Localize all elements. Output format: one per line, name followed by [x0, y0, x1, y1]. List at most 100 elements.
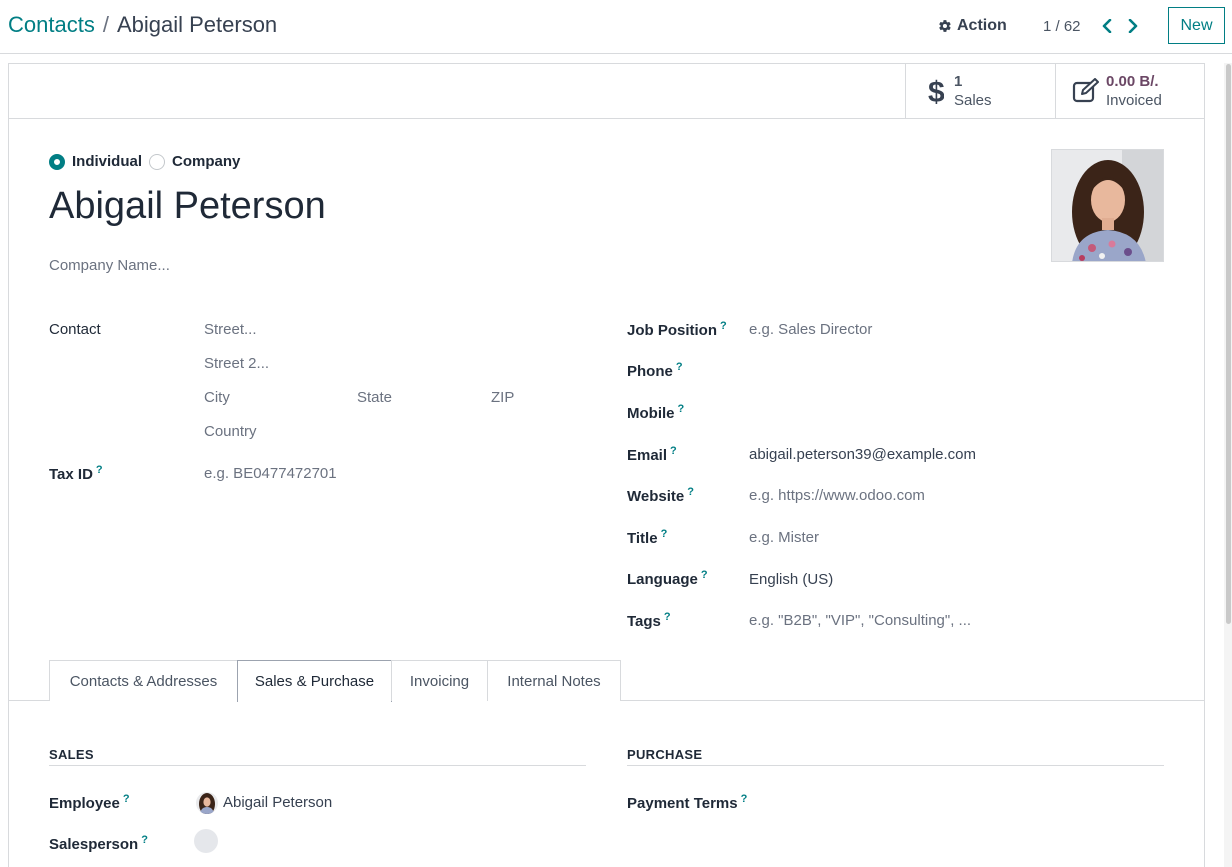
employee-label: Employee? — [49, 793, 130, 812]
sales-smart-button[interactable]: $ 1 Sales — [905, 64, 1055, 118]
tags-input[interactable]: e.g. "B2B", "VIP", "Consulting", ... — [749, 612, 971, 629]
employee-avatar — [196, 792, 218, 814]
mobile-help-icon[interactable]: ? — [678, 403, 685, 415]
partner-avatar[interactable] — [1051, 149, 1164, 262]
tax-id-label: Tax ID? — [49, 464, 103, 483]
salesperson-avatar-placeholder[interactable] — [194, 829, 218, 853]
tax-id-help-icon[interactable]: ? — [96, 464, 103, 476]
payment-terms-label: Payment Terms? — [627, 793, 747, 812]
control-panel: Contacts / Abigail Peterson Action 1 / 6… — [0, 0, 1232, 54]
tab-invoicing[interactable]: Invoicing — [391, 660, 488, 701]
company-type-radio: Individual Company — [49, 153, 247, 170]
invoiced-label: Invoiced — [1106, 92, 1162, 109]
radio-individual-checked-icon[interactable] — [49, 153, 65, 170]
company-name-input[interactable]: Company Name... — [49, 257, 170, 274]
new-button[interactable]: New — [1168, 7, 1225, 44]
tax-id-input[interactable]: e.g. BE0477472701 — [204, 465, 337, 482]
form-sheet: $ 1 Sales 0.00 B/. Invoiced Individual C… — [8, 63, 1205, 867]
state-input[interactable]: State — [357, 389, 392, 406]
mobile-label: Mobile? — [627, 403, 684, 422]
sales-count: 1 — [954, 73, 963, 90]
salesperson-help-icon[interactable]: ? — [141, 834, 148, 846]
salesperson-label-text: Salesperson — [49, 836, 139, 853]
job-position-input[interactable]: e.g. Sales Director — [749, 321, 872, 338]
breadcrumb: Contacts / Abigail Peterson — [8, 12, 277, 38]
city-input[interactable]: City — [204, 389, 230, 406]
sales-label: Sales — [954, 92, 992, 109]
language-label-text: Language — [627, 571, 698, 588]
notebook-tabs: Contacts & Addresses Sales & Purchase In… — [9, 660, 1204, 702]
phone-input[interactable] — [749, 362, 1049, 382]
invoiced-amount: 0.00 B/. — [1106, 73, 1159, 90]
breadcrumb-contacts-link[interactable]: Contacts — [8, 12, 95, 38]
language-help-icon[interactable]: ? — [701, 569, 708, 581]
tags-help-icon[interactable]: ? — [664, 611, 671, 623]
edit-invoice-icon — [1072, 78, 1100, 104]
purchase-section-title: PURCHASE — [627, 747, 1164, 766]
chevron-right-icon — [1128, 19, 1138, 33]
portrait-image — [1052, 150, 1163, 261]
radio-company-label: Company — [172, 153, 241, 170]
country-input[interactable]: Country — [204, 423, 257, 440]
partner-name-input[interactable]: Abigail Peterson — [49, 185, 326, 228]
website-label: Website? — [627, 486, 694, 505]
action-button[interactable]: Action — [938, 17, 1007, 35]
tags-label-text: Tags — [627, 613, 661, 630]
job-position-label-text: Job Position — [627, 322, 717, 339]
email-input[interactable]: abigail.peterson39@example.com — [749, 446, 976, 463]
breadcrumb-separator: / — [102, 12, 109, 37]
radio-individual[interactable]: Individual — [49, 153, 142, 170]
street-input[interactable]: Street... — [204, 321, 257, 338]
zip-input[interactable]: ZIP — [491, 389, 514, 406]
title-help-icon[interactable]: ? — [661, 528, 668, 540]
chevron-left-icon — [1102, 19, 1112, 33]
website-label-text: Website — [627, 488, 685, 505]
website-input[interactable]: e.g. https://www.odoo.com — [749, 487, 925, 504]
scrollbar-thumb[interactable] — [1226, 64, 1231, 624]
tab-sales-purchase[interactable]: Sales & Purchase — [237, 660, 392, 702]
employee-help-icon[interactable]: ? — [123, 793, 130, 805]
language-select[interactable]: English (US) — [749, 571, 833, 588]
title-input[interactable]: e.g. Mister — [749, 529, 819, 546]
mobile-label-text: Mobile — [627, 405, 675, 422]
email-help-icon[interactable]: ? — [670, 445, 677, 457]
invoiced-stat: 0.00 B/. Invoiced — [1106, 72, 1162, 110]
contact-address-label: Contact — [49, 321, 101, 338]
pager-next-button[interactable] — [1125, 16, 1141, 36]
email-label-text: Email — [627, 447, 668, 464]
radio-company-unchecked-icon[interactable] — [149, 153, 166, 170]
language-label: Language? — [627, 569, 708, 588]
pager-value[interactable]: 1 / 62 — [1043, 18, 1081, 35]
invoiced-smart-button[interactable]: 0.00 B/. Invoiced — [1055, 64, 1204, 118]
tags-label: Tags? — [627, 611, 671, 630]
payment-terms-label-text: Payment Terms — [627, 795, 738, 812]
tab-internal-notes[interactable]: Internal Notes — [487, 660, 621, 701]
website-help-icon[interactable]: ? — [687, 486, 694, 498]
sales-stat: 1 Sales — [954, 72, 992, 110]
payment-terms-help-icon[interactable]: ? — [741, 793, 748, 805]
email-label: Email? — [627, 445, 677, 464]
job-position-help-icon[interactable]: ? — [720, 320, 727, 332]
employee-label-text: Employee — [49, 795, 120, 812]
street2-input[interactable]: Street 2... — [204, 355, 269, 372]
salesperson-label: Salesperson? — [49, 834, 148, 853]
svg-text:$: $ — [928, 76, 944, 106]
tab-contacts-addresses[interactable]: Contacts & Addresses — [49, 660, 238, 701]
pager-previous-button[interactable] — [1099, 16, 1115, 36]
radio-company[interactable]: Company — [149, 153, 240, 170]
mobile-input[interactable] — [749, 404, 1049, 424]
radio-individual-label: Individual — [72, 153, 143, 170]
title-label-text: Title — [627, 530, 658, 547]
phone-label: Phone? — [627, 361, 683, 380]
phone-help-icon[interactable]: ? — [676, 361, 683, 373]
gear-icon — [939, 20, 951, 32]
employee-value[interactable]: Abigail Peterson — [223, 794, 332, 811]
sales-section-title: SALES — [49, 747, 586, 766]
tax-id-label-text: Tax ID — [49, 466, 93, 483]
smart-button-box: $ 1 Sales 0.00 B/. Invoiced — [9, 64, 1204, 119]
action-label: Action — [957, 17, 1007, 34]
breadcrumb-current: Abigail Peterson — [116, 12, 278, 37]
phone-label-text: Phone — [627, 363, 673, 380]
job-position-label: Job Position? — [627, 320, 727, 339]
dollar-icon: $ — [928, 76, 944, 106]
